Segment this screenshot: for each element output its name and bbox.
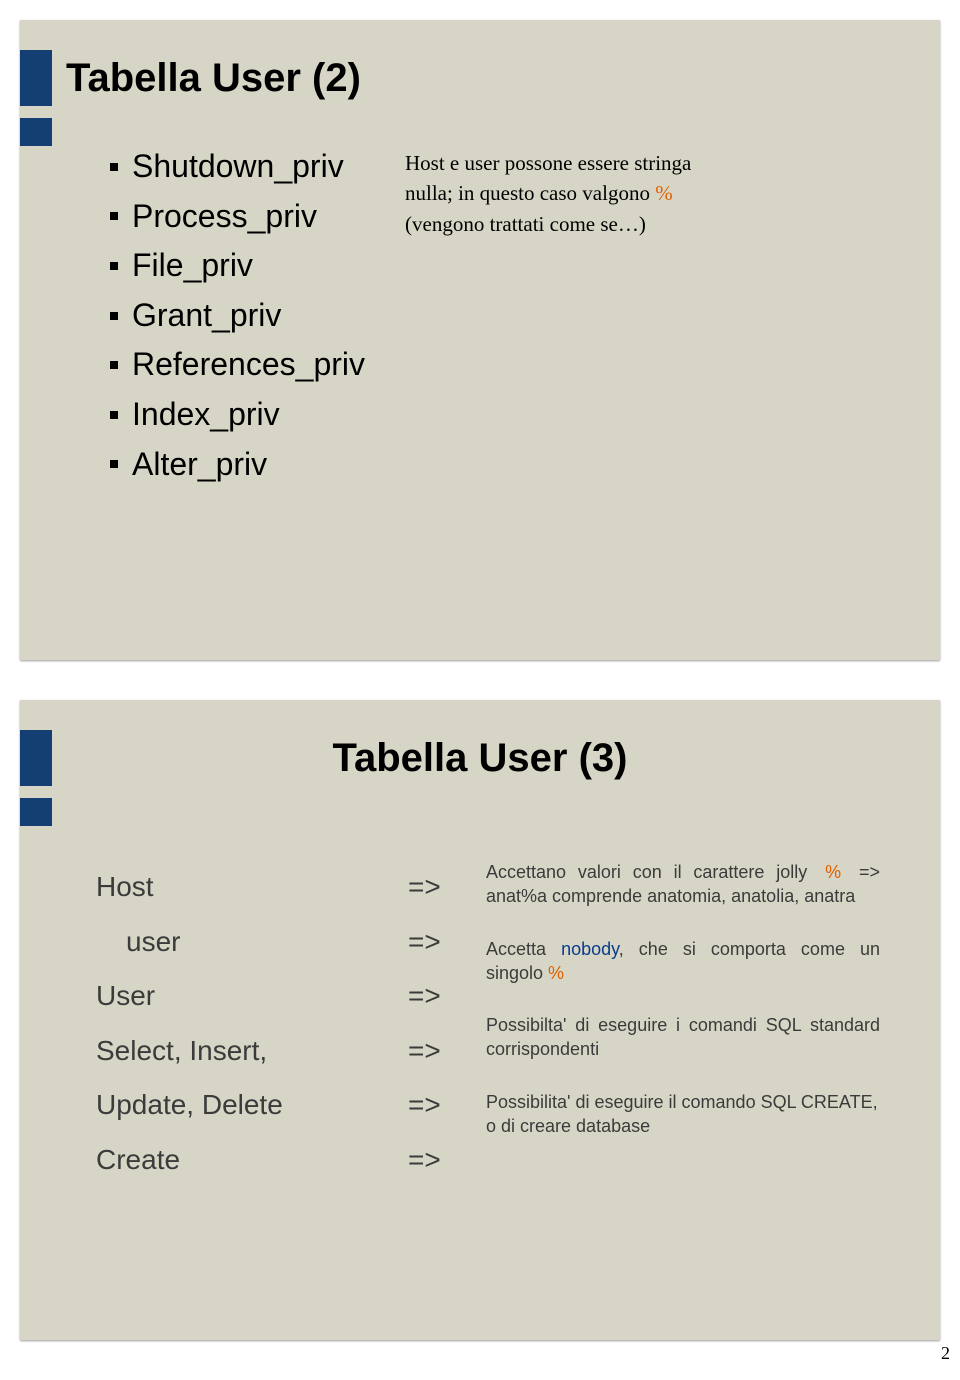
def-arrow: => bbox=[408, 1078, 456, 1133]
list-item: Alter_priv bbox=[110, 440, 365, 490]
bullet-icon bbox=[110, 212, 118, 220]
def-label: Update, Delete bbox=[96, 1078, 408, 1133]
definition-descriptions: Accettano valori con il carattere jolly … bbox=[486, 860, 880, 1188]
page-number: 2 bbox=[941, 1343, 950, 1364]
bullet-text: Grant_priv bbox=[132, 291, 281, 341]
def-arrow: => bbox=[408, 1133, 456, 1188]
bullet-icon bbox=[110, 163, 118, 171]
slide-body: Shutdown_priv Process_priv File_priv Gra… bbox=[110, 142, 900, 489]
def-row: User=> bbox=[96, 969, 456, 1024]
def-arrow: => bbox=[408, 969, 456, 1024]
def-label: Select, Insert, bbox=[96, 1024, 408, 1079]
definition-list: Host=> user=> User=> Select, Insert,=> U… bbox=[96, 860, 456, 1188]
bullet-icon bbox=[110, 312, 118, 320]
desc-para: Possibilta' di eseguire i comandi SQL st… bbox=[486, 1013, 880, 1062]
slide-2: Tabella User (3) Host=> user=> User=> Se… bbox=[20, 700, 940, 1340]
bullet-text: Process_priv bbox=[132, 192, 317, 242]
def-row: Create=> bbox=[96, 1133, 456, 1188]
desc-text: Accettano valori con il carattere jolly bbox=[486, 862, 807, 882]
desc-percent: % bbox=[819, 862, 847, 882]
list-item: File_priv bbox=[110, 241, 365, 291]
def-label: Create bbox=[96, 1133, 408, 1188]
side-note: Host e user possone essere stringa nulla… bbox=[405, 148, 705, 489]
def-row: user=> bbox=[96, 915, 456, 970]
def-arrow: => bbox=[408, 1024, 456, 1079]
def-row: Host=> bbox=[96, 860, 456, 915]
list-item: References_priv bbox=[110, 340, 365, 390]
def-label: user bbox=[126, 915, 408, 970]
bullet-icon bbox=[110, 460, 118, 468]
bullet-list: Shutdown_priv Process_priv File_priv Gra… bbox=[110, 142, 365, 489]
desc-para: Possibilita' di eseguire il comando SQL … bbox=[486, 1090, 880, 1139]
accent-bar-mid bbox=[20, 798, 52, 826]
desc-text: anat%a comprende anatomia, anatolia, ana… bbox=[486, 886, 855, 906]
list-item: Process_priv bbox=[110, 192, 365, 242]
desc-para: Accetta nobody, che si comporta come un … bbox=[486, 937, 880, 986]
bullet-text: Shutdown_priv bbox=[132, 142, 344, 192]
bullet-icon bbox=[110, 361, 118, 369]
def-row: Update, Delete=> bbox=[96, 1078, 456, 1133]
list-item: Index_priv bbox=[110, 390, 365, 440]
def-label: User bbox=[96, 969, 408, 1024]
bullet-text: References_priv bbox=[132, 340, 365, 390]
slide-title: Tabella User (2) bbox=[66, 56, 361, 101]
bullet-text: File_priv bbox=[132, 241, 253, 291]
bullet-text: Index_priv bbox=[132, 390, 280, 440]
bullet-icon bbox=[110, 262, 118, 270]
def-label: Host bbox=[96, 860, 408, 915]
list-item: Grant_priv bbox=[110, 291, 365, 341]
slide-body: Host=> user=> User=> Select, Insert,=> U… bbox=[96, 860, 880, 1188]
note-percent: % bbox=[655, 181, 673, 205]
list-item: Shutdown_priv bbox=[110, 142, 365, 192]
bullet-text: Alter_priv bbox=[132, 440, 267, 490]
def-arrow: => bbox=[408, 915, 456, 970]
desc-keyword: nobody bbox=[561, 939, 619, 959]
accent-bar-mid bbox=[20, 118, 52, 146]
desc-arrow: => bbox=[859, 862, 880, 882]
desc-para: Accettano valori con il carattere jolly … bbox=[486, 860, 880, 909]
note-text: Host e user possone essere stringa nulla… bbox=[405, 151, 691, 205]
slide-title: Tabella User (3) bbox=[20, 736, 940, 781]
def-row: Select, Insert,=> bbox=[96, 1024, 456, 1079]
slide-1: Tabella User (2) Shutdown_priv Process_p… bbox=[20, 20, 940, 660]
def-arrow: => bbox=[408, 860, 456, 915]
accent-bar-top bbox=[20, 50, 52, 106]
bullet-icon bbox=[110, 411, 118, 419]
desc-text: Accetta bbox=[486, 939, 561, 959]
desc-percent: % bbox=[548, 963, 564, 983]
note-text: (vengono trattati come se…) bbox=[405, 212, 646, 236]
